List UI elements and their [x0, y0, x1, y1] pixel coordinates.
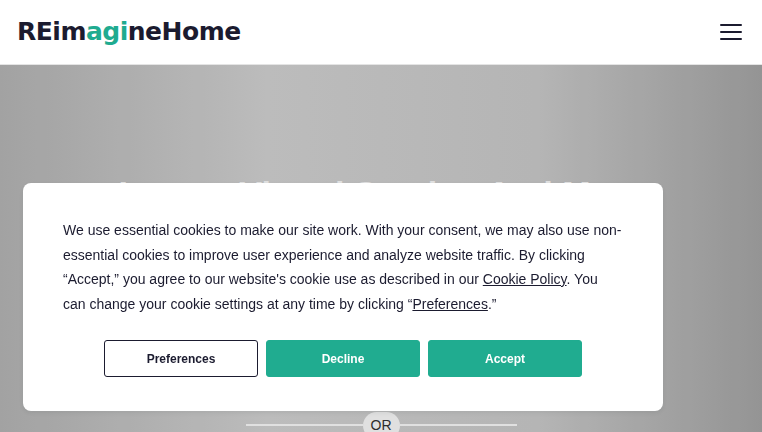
preferences-button[interactable]: Preferences [104, 340, 258, 377]
or-label: OR [363, 412, 400, 432]
decline-button[interactable]: Decline [266, 340, 420, 377]
logo[interactable]: REimagineHome [17, 13, 241, 51]
site-header: REimagineHome [0, 0, 762, 65]
cookie-policy-link[interactable]: Cookie Policy [483, 271, 567, 287]
preferences-link[interactable]: Preferences [412, 296, 487, 312]
cookie-message: We use essential cookies to make our sit… [63, 218, 623, 316]
or-divider: OR [0, 412, 762, 432]
cookie-buttons: PreferencesDeclineAccept [63, 340, 623, 377]
cookie-text: .” [488, 296, 497, 312]
menu-icon[interactable] [720, 24, 742, 40]
accept-button[interactable]: Accept [428, 340, 582, 377]
logo-part[interactable]: REim [17, 17, 86, 46]
cookie-dialog: We use essential cookies to make our sit… [23, 183, 663, 411]
logo-part[interactable]: neHome [128, 17, 241, 46]
logo-part[interactable]: agi [86, 17, 128, 46]
